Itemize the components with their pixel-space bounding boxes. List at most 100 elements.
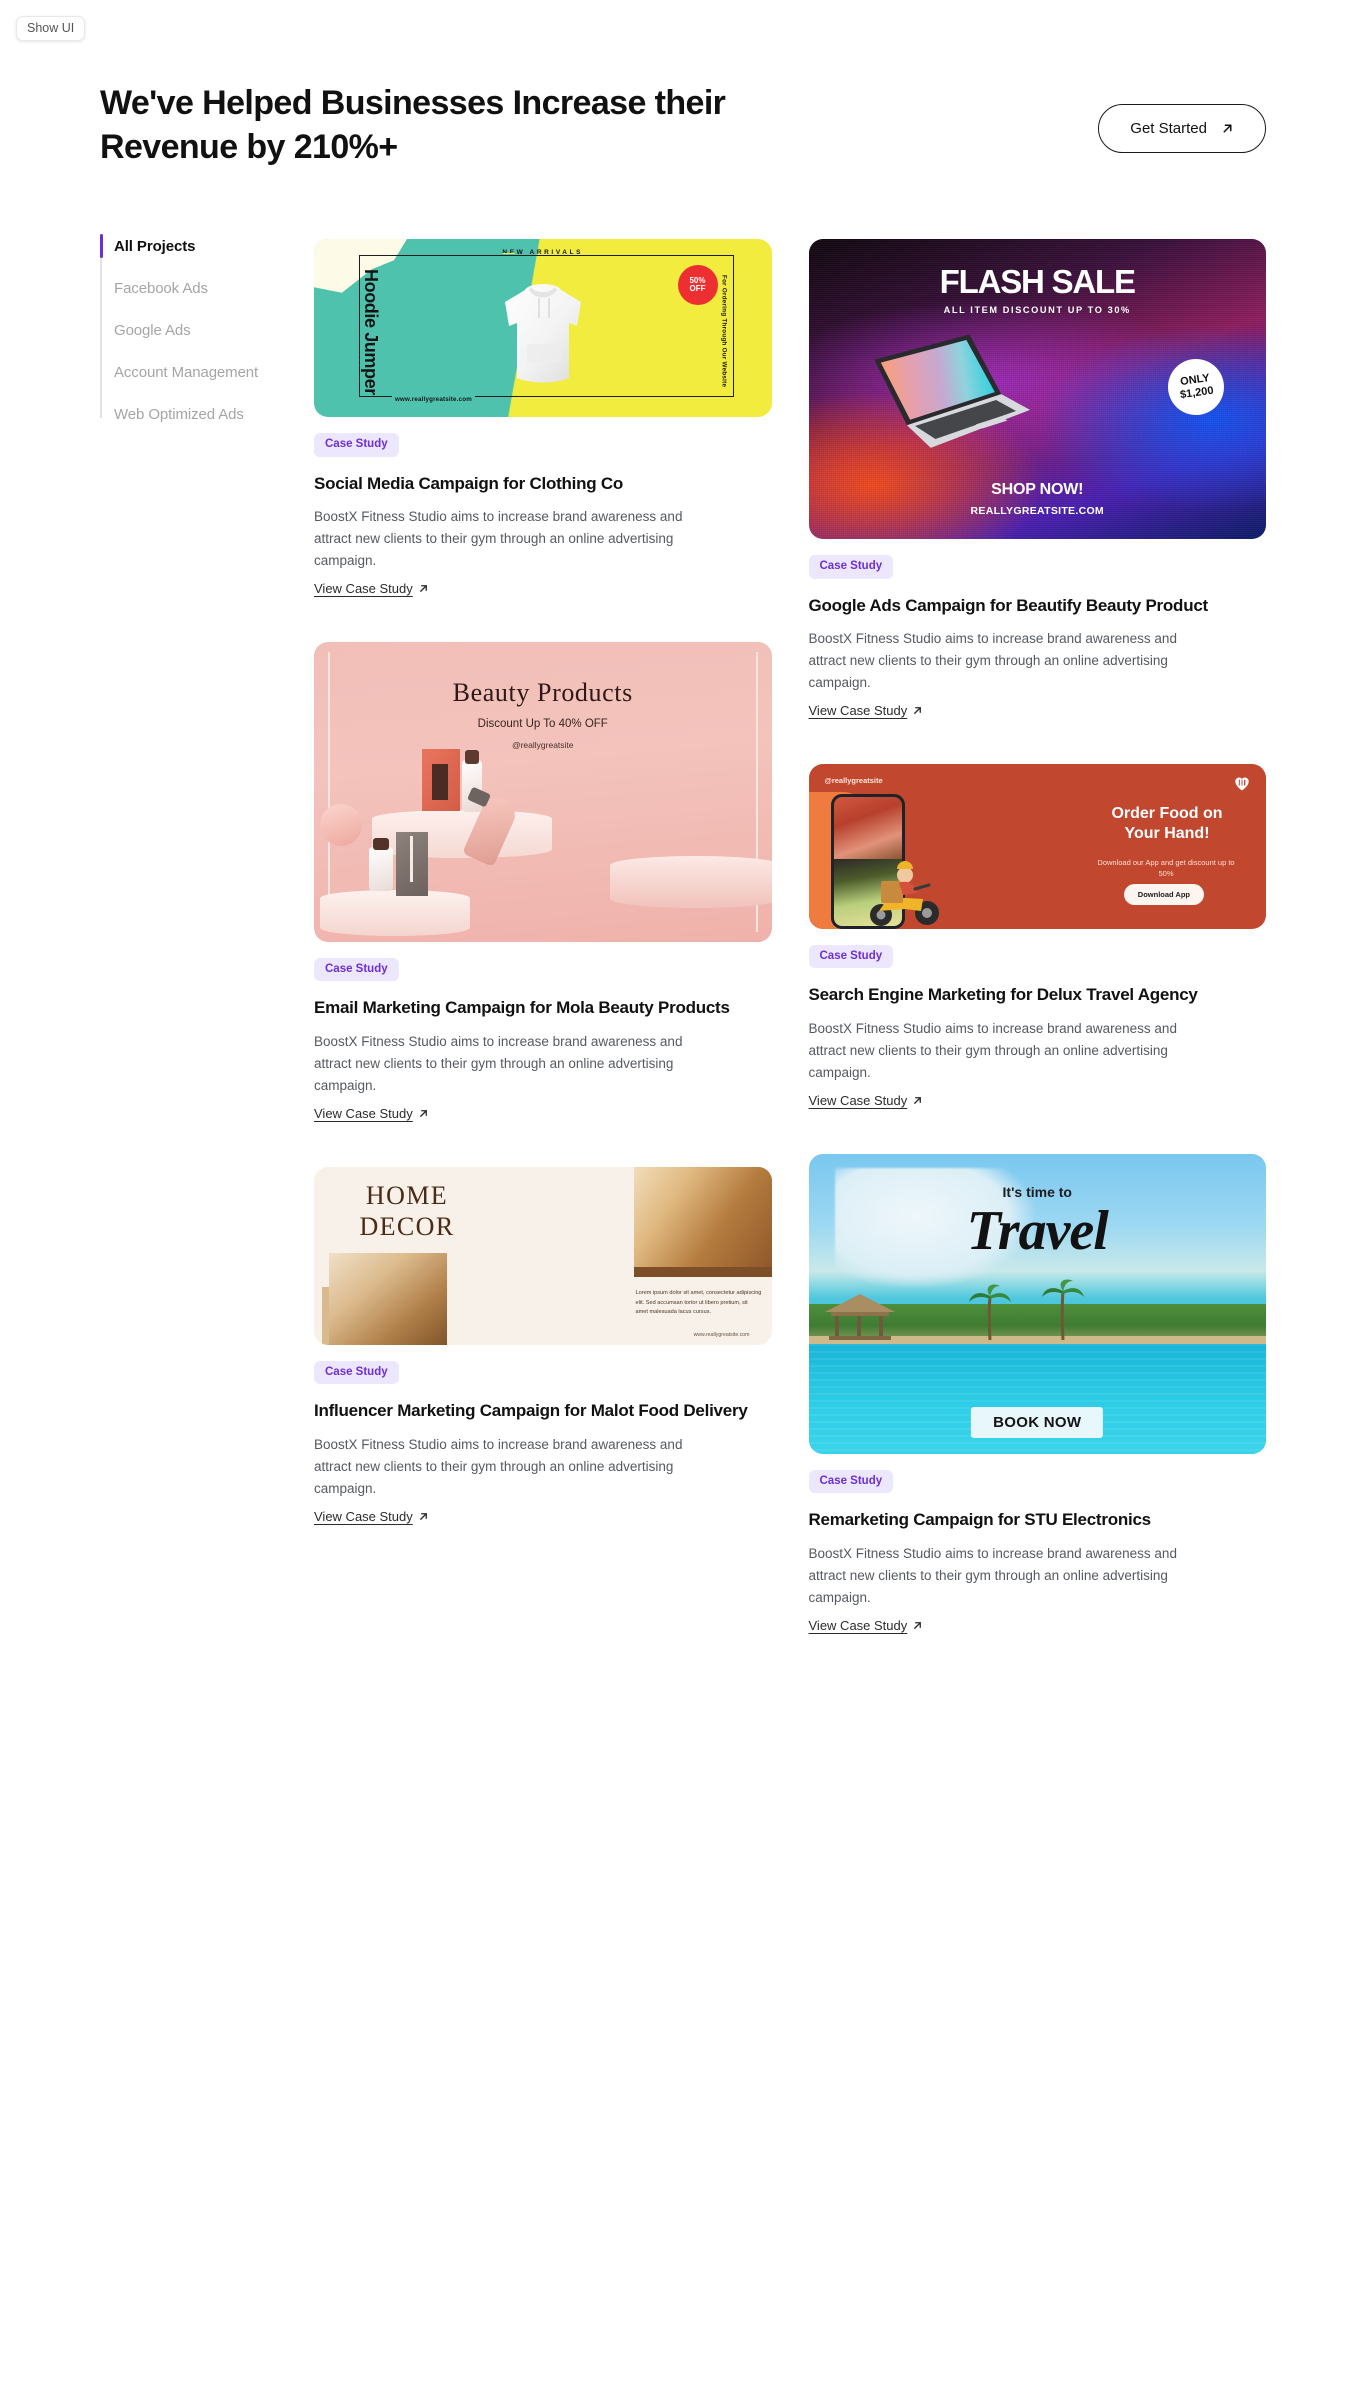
home-decor-ad-image: HOME DECOR Lorem ipsum dolor sit amet, c… — [314, 1166, 772, 1345]
bottle-cap — [465, 749, 479, 764]
beach-hut-illustration — [824, 1293, 895, 1340]
status-badge: Case Study — [808, 944, 894, 969]
ad-url: REALLYGREATSITE.COM — [970, 505, 1104, 518]
page-root: We've Helped Businesses Increase their R… — [0, 0, 1366, 1679]
card-description: BoostX Fitness Studio aims to increase b… — [314, 1033, 683, 1093]
box-stripe — [410, 835, 413, 882]
status-badge: Case Study — [808, 555, 894, 579]
card-column-left: NEW ARRIVALS Hoodie Jumper For Ordering … — [314, 239, 772, 1679]
card-description: BoostX Fitness Studio aims to increase b… — [314, 1436, 683, 1496]
ad-product-name: Hoodie Jumper — [361, 269, 381, 395]
delivery-scooter-illustration — [869, 860, 939, 926]
card-description: BoostX Fitness Studio aims to increase b… — [808, 630, 1177, 690]
heart-cutlery-icon — [1235, 777, 1249, 791]
status-badge: Case Study — [314, 433, 399, 457]
project-card-grid: NEW ARRIVALS Hoodie Jumper For Ordering … — [300, 239, 1266, 1679]
ad-handle: @reallygreatsite — [824, 775, 883, 785]
view-case-study-link[interactable]: View Case Study — [314, 1509, 429, 1524]
ad-cta: SHOP NOW! — [991, 481, 1084, 499]
sidebar-item-facebook-ads[interactable]: Facebook Ads — [114, 281, 300, 309]
project-card[interactable]: HOME DECOR Lorem ipsum dolor sit amet, c… — [314, 1166, 772, 1526]
sidebar-item-web-optimized-ads[interactable]: Web Optimized Ads — [114, 407, 300, 422]
ad-headline: Order Food on Your Hand! — [1111, 804, 1223, 842]
project-card[interactable]: NEW ARRIVALS Hoodie Jumper For Ordering … — [314, 239, 772, 598]
discount-badge: 50% OFF — [679, 267, 716, 304]
card-title: Google Ads Campaign for Beautify Beauty … — [808, 595, 1209, 615]
status-badge: Case Study — [314, 1360, 399, 1385]
card-description: BoostX Fitness Studio aims to increase b… — [808, 1020, 1177, 1080]
project-card[interactable]: It's time to Travel BOOK NOW Case Study … — [808, 1153, 1266, 1635]
project-card[interactable]: FLASH SALE ALL ITEM DISCOUNT UP TO 30% O… — [808, 239, 1266, 720]
card-title: Remarketing Campaign for STU Electronics — [808, 1510, 1152, 1530]
sidebar-item-label: Google Ads — [114, 322, 191, 340]
arrow-up-right-icon — [912, 1095, 923, 1106]
product-bottle — [369, 846, 393, 891]
card-description: BoostX Fitness Studio aims to increase b… — [314, 508, 683, 568]
view-case-study-label: View Case Study — [314, 580, 413, 596]
ad-side-text: For Ordering Through Our Website — [720, 275, 728, 388]
view-case-study-link[interactable]: View Case Study — [314, 1106, 429, 1121]
sidebar-item-all-projects[interactable]: All Projects — [100, 234, 300, 267]
product-box-window — [432, 763, 448, 800]
view-case-study-link[interactable]: View Case Study — [809, 1093, 924, 1108]
view-case-study-label: View Case Study — [314, 1508, 413, 1524]
show-ui-button[interactable]: Show UI — [16, 16, 86, 41]
ad-headline: FLASH SALE — [939, 263, 1136, 301]
discount-off: OFF — [689, 284, 706, 294]
travel-ad-image: It's time to Travel BOOK NOW — [808, 1153, 1266, 1454]
ad-headline: NEW ARRIVALS — [495, 249, 595, 256]
hoodie-jumper-ad-image: NEW ARRIVALS Hoodie Jumper For Ordering … — [314, 239, 772, 418]
ad-subhead: Discount Up To 40% OFF — [477, 717, 608, 730]
content-area: All Projects Facebook Ads Google Ads Acc… — [100, 234, 1266, 1679]
bottle-cap — [373, 837, 389, 850]
get-started-button[interactable]: Get Started — [1098, 104, 1266, 153]
ad-url: www.reallygreatsite.com — [693, 1331, 750, 1338]
palm-tree-illustration — [968, 1284, 1011, 1340]
arrow-up-right-icon — [912, 1620, 923, 1631]
arrow-up-right-icon — [1221, 122, 1234, 135]
ad-subhead: ALL ITEM DISCOUNT UP TO 30% — [943, 305, 1131, 316]
view-case-study-label: View Case Study — [808, 1092, 908, 1108]
card-description: BoostX Fitness Studio aims to increase b… — [808, 1545, 1177, 1605]
card-title: Social Media Campaign for Clothing Co — [314, 473, 624, 493]
decor-brown-band — [633, 1266, 772, 1277]
project-card[interactable]: @reallygreatsite Order Food on Your Hand… — [808, 763, 1266, 1110]
view-case-study-link[interactable]: View Case Study — [314, 581, 429, 596]
arrow-up-right-icon — [912, 705, 923, 716]
status-badge: Case Study — [808, 1469, 894, 1494]
palm-tree-illustration — [1041, 1279, 1084, 1340]
download-app-button[interactable]: Download App — [1123, 883, 1204, 905]
arrow-up-right-icon — [418, 583, 429, 594]
decor-photo-bottom-left — [329, 1252, 447, 1345]
sphere-shape — [320, 803, 362, 846]
book-now-button[interactable]: BOOK NOW — [971, 1406, 1104, 1438]
sidebar-item-google-ads[interactable]: Google Ads — [114, 323, 300, 351]
podium-shape — [609, 855, 772, 908]
view-case-study-label: View Case Study — [808, 702, 908, 718]
sidebar-item-account-management[interactable]: Account Management — [114, 365, 300, 393]
filter-sidebar: All Projects Facebook Ads Google Ads Acc… — [100, 234, 300, 422]
view-case-study-link[interactable]: View Case Study — [809, 703, 924, 718]
ad-headline: HOME DECOR — [359, 1180, 455, 1241]
view-case-study-label: View Case Study — [314, 1105, 413, 1121]
flash-sale-ad-image: FLASH SALE ALL ITEM DISCOUNT UP TO 30% O… — [808, 239, 1266, 540]
get-started-label: Get Started — [1130, 120, 1207, 137]
ad-headline: Beauty Products — [452, 677, 633, 707]
card-title: Email Marketing Campaign for Mola Beauty… — [314, 998, 730, 1018]
order-food-ad-image: @reallygreatsite Order Food on Your Hand… — [808, 763, 1266, 929]
view-case-study-link[interactable]: View Case Study — [809, 1618, 924, 1633]
beauty-products-ad-image: Beauty Products Discount Up To 40% OFF @… — [314, 641, 772, 942]
podium-shape — [320, 889, 470, 936]
project-card[interactable]: Beauty Products Discount Up To 40% OFF @… — [314, 641, 772, 1123]
ad-subhead: It's time to — [1002, 1183, 1072, 1200]
decor-photo-top-right — [633, 1166, 772, 1267]
sidebar-item-label: Facebook Ads — [114, 280, 208, 298]
sidebar-item-label: Account Management — [114, 364, 259, 382]
card-column-right: FLASH SALE ALL ITEM DISCOUNT UP TO 30% O… — [808, 239, 1266, 1679]
sidebar-item-label: All Projects — [114, 238, 196, 256]
ad-subhead: Download our App and get discount up to … — [1097, 857, 1235, 879]
ad-headline: Travel — [966, 1199, 1109, 1262]
ad-handle: @reallygreatsite — [511, 739, 574, 750]
status-badge: Case Study — [314, 957, 399, 982]
page-title: We've Helped Businesses Increase their R… — [100, 84, 726, 166]
